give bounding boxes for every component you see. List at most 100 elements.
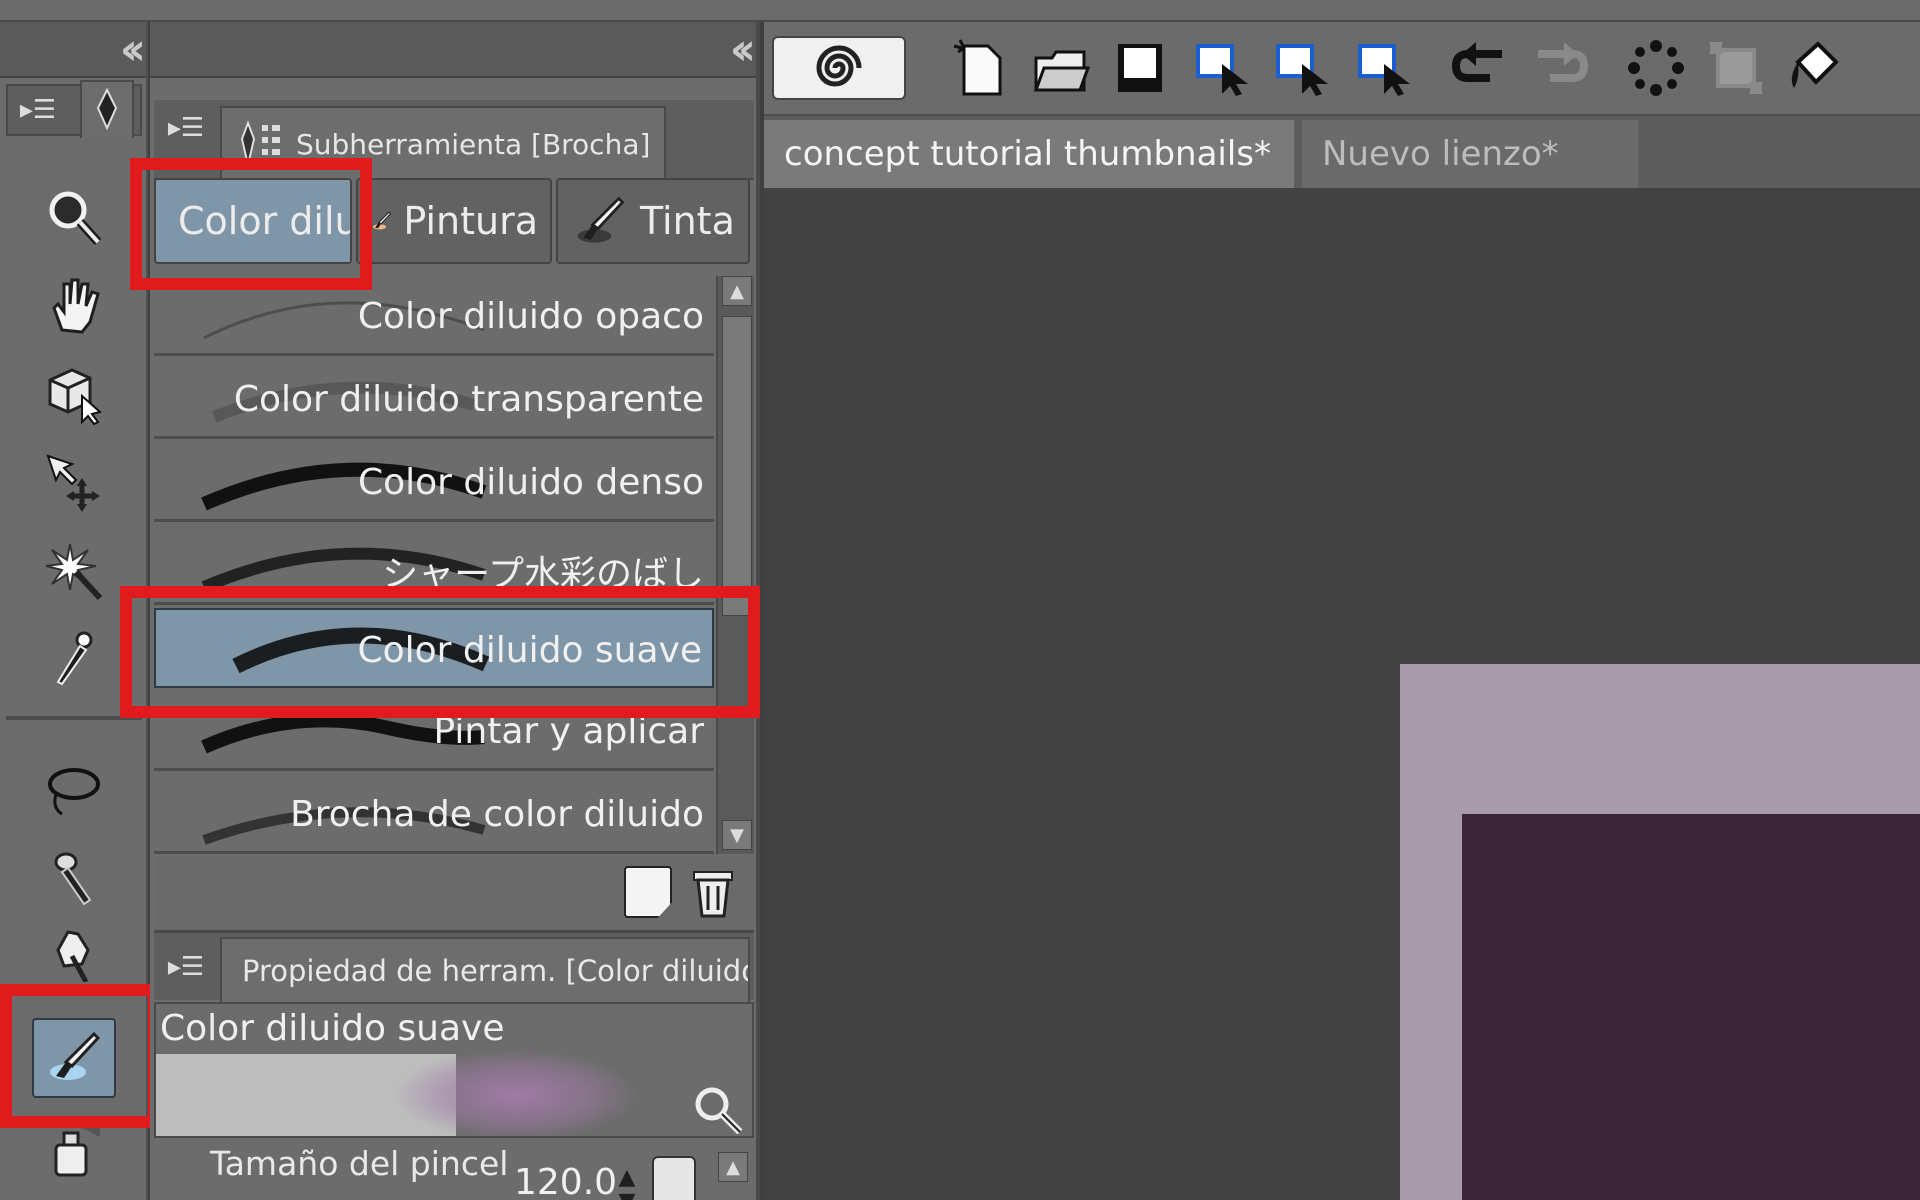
object-tool-button[interactable] <box>32 354 116 434</box>
dots-selection-icon <box>1628 40 1684 96</box>
save-button[interactable] <box>1108 36 1172 100</box>
brush-label: Color diluido opaco <box>357 296 704 337</box>
tool-property-title: Propiedad de herram. [Color diluido suav… <box>242 954 750 988</box>
brush-preview: Color diluido suave <box>154 1002 754 1138</box>
panel-menu-icon[interactable]: ▸☰ <box>166 108 206 148</box>
group-label: Pintura <box>403 199 538 243</box>
collapse-right-icon[interactable]: ‹‹ <box>730 28 756 72</box>
collapse-left-icon[interactable]: ‹‹ <box>120 28 146 72</box>
brush-size-label: Tamaño del pincel <box>210 1144 509 1183</box>
export-button[interactable] <box>1190 36 1254 100</box>
stroke-preview <box>396 1050 636 1136</box>
brush-list-scrollbar[interactable]: ▲ ▼ <box>716 276 754 854</box>
pen-nib-icon <box>96 88 118 131</box>
brush-item[interactable]: Color diluido denso <box>154 442 714 522</box>
brush-size-value[interactable]: 120.0 <box>514 1162 617 1200</box>
undo-button[interactable] <box>1448 36 1512 100</box>
undo-icon <box>1451 42 1502 82</box>
lasso-icon <box>48 768 100 816</box>
hand-tool-button[interactable] <box>32 266 116 346</box>
app-logo-button[interactable] <box>772 36 906 100</box>
canvas-drawing[interactable] <box>1462 814 1920 1200</box>
ink-brush-icon <box>577 196 625 243</box>
command-bar <box>764 22 1920 116</box>
canvas-select-icon <box>1276 44 1328 96</box>
move-arrows-icon <box>46 454 100 512</box>
export-button-2[interactable] <box>1270 36 1334 100</box>
spiral-logo-icon <box>816 45 862 87</box>
export-button-3[interactable] <box>1352 36 1416 100</box>
eyedropper-tool-button[interactable] <box>32 618 116 698</box>
move-layer-tool-button[interactable] <box>32 442 116 522</box>
new-subtool-icon[interactable] <box>624 866 672 918</box>
pencil-tool-button[interactable] <box>32 922 116 982</box>
pressure-settings-icon[interactable] <box>652 1156 696 1200</box>
doc-tab-label: Nuevo lienzo* <box>1322 134 1559 174</box>
title-strip <box>0 0 1920 22</box>
selection-button[interactable] <box>1624 36 1688 100</box>
document-tabbar: concept tutorial thumbnails* Nuevo lienz… <box>764 116 1920 188</box>
redo-button[interactable] <box>1528 36 1592 100</box>
group-pintura[interactable]: Pintura <box>356 178 552 264</box>
fountain-pen-icon <box>54 852 92 906</box>
new-document-icon <box>953 39 1002 96</box>
doc-tab-label: concept tutorial thumbnails* <box>784 134 1272 174</box>
open-folder-icon <box>1033 50 1090 92</box>
preview-brush-name: Color diluido suave <box>160 1008 505 1049</box>
brush-size-row: Tamaño del pincel 120.0 ▲▼ ▲ <box>154 1140 754 1200</box>
subtool-panel: ‹‹ ▸☰ Subherramienta [Brocha] Color dilu… <box>120 22 760 1200</box>
canvas-select-icon <box>1358 44 1410 96</box>
tool-tab[interactable] <box>80 80 134 138</box>
transform-icon <box>1710 42 1762 94</box>
scroll-up-icon[interactable]: ▲ <box>722 276 752 306</box>
paint-brush-icon <box>372 211 392 230</box>
pen-tool-button[interactable] <box>32 838 116 918</box>
panel-menu-icon[interactable]: ▸☰ <box>166 947 206 987</box>
canvas-select-icon <box>1196 44 1248 96</box>
hand-pencil-icon <box>56 930 90 982</box>
magnifier-icon <box>49 191 102 246</box>
doc-tab-active[interactable]: concept tutorial thumbnails* <box>764 120 1294 188</box>
object-select-icon <box>48 368 103 426</box>
open-file-button[interactable] <box>1028 36 1092 100</box>
scroll-thumb[interactable] <box>722 316 752 616</box>
tool-palette-tabbar: ▸☰ <box>6 80 142 138</box>
save-icon <box>1118 44 1162 92</box>
redo-icon <box>1538 42 1589 82</box>
group-label: Tinta <box>640 199 735 243</box>
paint-bucket-icon <box>1791 41 1839 88</box>
doc-tab[interactable]: Nuevo lienzo* <box>1302 120 1638 188</box>
highlight-group-button <box>130 158 372 290</box>
wrench-icon[interactable] <box>692 1084 744 1136</box>
brush-item[interactable]: Brocha de color diluido <box>154 774 714 854</box>
trash-icon[interactable] <box>688 864 738 920</box>
brush-size-stepper-icon[interactable]: ▲▼ <box>612 1166 642 1200</box>
tool-property-tabbar: ▸☰ Propiedad de herram. [Color diluido s… <box>154 930 754 1003</box>
hand-icon <box>52 278 100 334</box>
tool-property-tab[interactable]: Propiedad de herram. [Color diluido suav… <box>220 937 750 1003</box>
canvas-area[interactable] <box>764 188 1920 1200</box>
subtool-panel-header: ‹‹ <box>150 22 756 78</box>
brush-label: Color diluido transparente <box>233 379 704 420</box>
zoom-tool-button[interactable] <box>32 178 116 258</box>
scroll-up-icon[interactable]: ▲ <box>718 1152 748 1182</box>
brush-list-footer <box>154 856 754 930</box>
highlight-brush-tool <box>0 984 160 1128</box>
group-tinta[interactable]: Tinta <box>556 178 750 264</box>
panel-menu-icon[interactable]: ▸☰ <box>18 90 58 130</box>
magic-wand-icon <box>45 543 103 601</box>
brush-item[interactable]: Color diluido transparente <box>154 359 714 439</box>
brush-label: Brocha de color diluido <box>290 794 704 835</box>
fill-button[interactable] <box>1782 36 1846 100</box>
scroll-down-icon[interactable]: ▼ <box>722 820 752 850</box>
highlight-selected-brush <box>120 586 760 718</box>
eyedropper-icon <box>56 631 93 686</box>
tool-palette-header: ‹‹ <box>0 22 146 78</box>
subtool-panel-title: Subherramienta [Brocha] <box>296 127 651 161</box>
brush-label: Color diluido denso <box>357 462 704 503</box>
auto-select-tool-button[interactable] <box>32 530 116 610</box>
transform-button[interactable] <box>1704 36 1768 100</box>
brush-list: Color diluido opaco Color diluido transp… <box>154 276 714 854</box>
lasso-tool-button[interactable] <box>32 750 116 830</box>
new-file-button[interactable] <box>948 36 1012 100</box>
